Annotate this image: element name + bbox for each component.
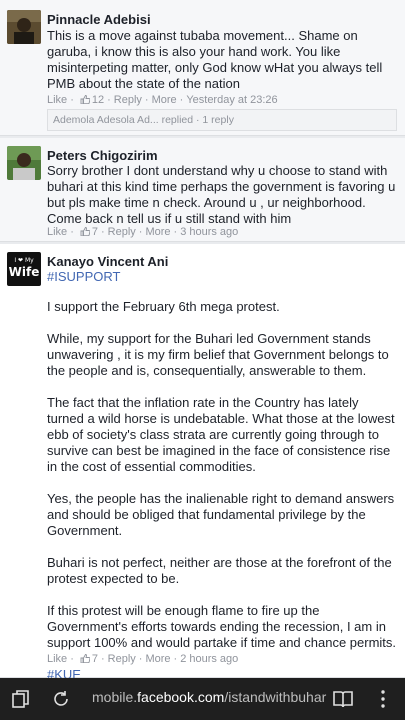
like-button[interactable]: Like xyxy=(47,226,67,238)
comment-author[interactable]: Kanayo Vincent Ani xyxy=(47,254,168,269)
like-count: 12 xyxy=(91,94,105,106)
comment-item: I ❤ My Wife Kanayo Vincent Ani #ISUPPORT… xyxy=(0,244,405,678)
more-button[interactable]: More xyxy=(145,653,170,665)
more-button[interactable]: More xyxy=(152,94,177,106)
comment-actions: Like · 12 · Reply · More · Yesterday at 23:26 xyxy=(47,94,278,106)
comment-text: Sorry brother I dont understand why u ch… xyxy=(47,163,396,226)
comment-paragraph: The fact that the inflation rate in the … xyxy=(47,395,395,474)
comment-paragraph: Buhari is not perfect, neither are those… xyxy=(47,555,392,586)
address-bar[interactable]: mobile.facebook.com/istandwithbuhar xyxy=(92,689,326,705)
comment-timestamp[interactable]: 3 hours ago xyxy=(180,226,238,238)
url-domain: facebook.com xyxy=(137,689,225,705)
more-button[interactable]: More xyxy=(145,226,170,238)
thumbs-up-icon xyxy=(80,654,90,663)
comment-paragraph: If this protest will be enough flame to … xyxy=(47,603,397,650)
hashtag-link[interactable]: #ISUPPORT xyxy=(47,269,397,285)
avatar-wordmark: Wife xyxy=(8,265,40,279)
avatar[interactable]: I ❤ My Wife xyxy=(7,252,41,286)
url-path: /istandwithbuhar xyxy=(224,689,327,705)
more-options-icon[interactable] xyxy=(372,688,394,710)
reply-button[interactable]: Reply xyxy=(114,94,142,106)
browser-bottom-bar: mobile.facebook.com/istandwithbuhar xyxy=(0,678,405,720)
comment-feed: Pinnacle Adebisi This is a move against … xyxy=(0,0,405,678)
like-button[interactable]: Like xyxy=(47,94,67,106)
avatar[interactable] xyxy=(7,146,41,180)
avatar-caption: I ❤ My xyxy=(14,257,34,264)
comment-timestamp[interactable]: 2 hours ago xyxy=(180,653,238,665)
comment-text: This is a move against tubaba movement..… xyxy=(47,28,383,91)
reading-view-icon[interactable] xyxy=(332,688,354,710)
url-prefix: mobile. xyxy=(92,689,138,705)
thumbs-up-icon xyxy=(80,227,90,236)
comment-item: Pinnacle Adebisi This is a move against … xyxy=(0,0,405,136)
comment-author[interactable]: Peters Chigozirim xyxy=(47,148,158,163)
refresh-icon[interactable] xyxy=(50,688,72,710)
replies-summary[interactable]: Ademola Adesola Ad... replied · 1 reply xyxy=(47,109,397,131)
hashtag-link[interactable]: #KUE xyxy=(47,667,397,678)
reply-button[interactable]: Reply xyxy=(108,653,136,665)
like-button[interactable]: Like xyxy=(47,653,67,665)
comment-paragraph: While, my support for the Buhari led Gov… xyxy=(47,331,389,378)
thumbs-up-icon xyxy=(80,95,90,104)
tabs-icon[interactable] xyxy=(10,688,32,710)
comment-timestamp[interactable]: Yesterday at 23:26 xyxy=(186,94,277,106)
avatar[interactable] xyxy=(7,10,41,44)
like-count: 7 xyxy=(91,226,98,238)
reply-button[interactable]: Reply xyxy=(108,226,136,238)
like-count: 7 xyxy=(91,653,98,665)
comment-actions: Like · 7 · Reply · More · 2 hours ago xyxy=(47,653,239,665)
comment-paragraph: I support the February 6th mega protest. xyxy=(47,299,280,314)
comment-item: Peters Chigozirim Sorry brother I dont u… xyxy=(0,138,405,242)
comment-actions: Like · 7 · Reply · More · 3 hours ago xyxy=(47,226,239,238)
comment-author[interactable]: Pinnacle Adebisi xyxy=(47,12,151,27)
comment-paragraph: Yes, the people has the inalienable righ… xyxy=(47,491,395,538)
comment-body: #ISUPPORT I support the February 6th meg… xyxy=(47,269,397,678)
